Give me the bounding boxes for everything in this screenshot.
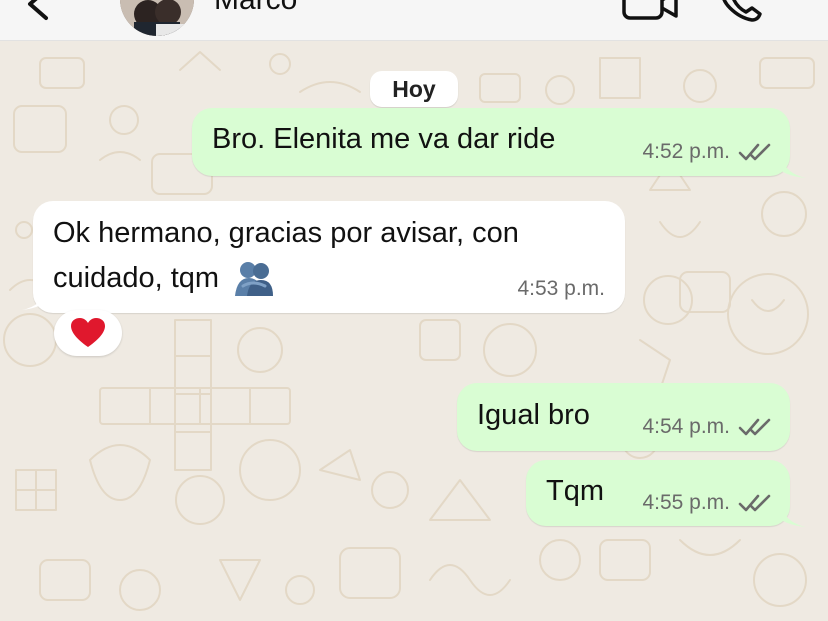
chat-header: Marco [0, 0, 828, 41]
avatar-photo [120, 0, 194, 36]
message-text: Tqm [546, 475, 604, 507]
incoming-message[interactable]: Ok hermano, gracias por avisar, con cuid… [33, 201, 625, 313]
message-text-line-2: cuidado, tqm [53, 258, 275, 299]
video-camera-icon[interactable] [620, 0, 680, 20]
message-meta: 4:52 p.m. [642, 140, 772, 164]
outgoing-message[interactable]: Bro. Elenita me va dar ride 4:52 p.m. [192, 108, 790, 176]
message-time: 4:54 p.m. [642, 415, 730, 438]
people-hugging-emoji-icon [235, 261, 274, 296]
phone-icon[interactable] [718, 0, 766, 22]
date-separator: Hoy [370, 71, 458, 107]
double-check-icon [738, 418, 771, 436]
message-time: 4:55 p.m. [642, 491, 730, 514]
contact-name[interactable]: Marco [214, 0, 297, 18]
message-meta: 4:55 p.m. [642, 491, 772, 515]
message-meta: 4:53 p.m. [517, 277, 605, 301]
message-time: 4:53 p.m. [517, 277, 605, 300]
message-text-line-2-text: cuidado, tqm [53, 262, 220, 294]
avatar[interactable] [120, 0, 194, 36]
bubble-tail [22, 288, 48, 310]
red-heart-icon [71, 318, 105, 347]
message-time: 4:52 p.m. [642, 140, 730, 163]
heart-reaction[interactable] [54, 310, 122, 356]
message-text-line-1: Ok hermano, gracias por avisar, con [53, 217, 519, 249]
message-meta: 4:54 p.m. [642, 415, 772, 439]
double-check-icon [738, 143, 771, 161]
outgoing-message[interactable]: Tqm 4:55 p.m. [526, 460, 790, 526]
bubble-tail [780, 156, 806, 178]
chevron-left-icon[interactable] [24, 0, 52, 22]
message-text: Igual bro [477, 399, 590, 431]
message-text: Bro. Elenita me va dar ride [212, 123, 556, 155]
outgoing-message[interactable]: Igual bro 4:54 p.m. [457, 383, 790, 451]
double-check-icon [738, 494, 771, 512]
bubble-tail [780, 505, 806, 527]
